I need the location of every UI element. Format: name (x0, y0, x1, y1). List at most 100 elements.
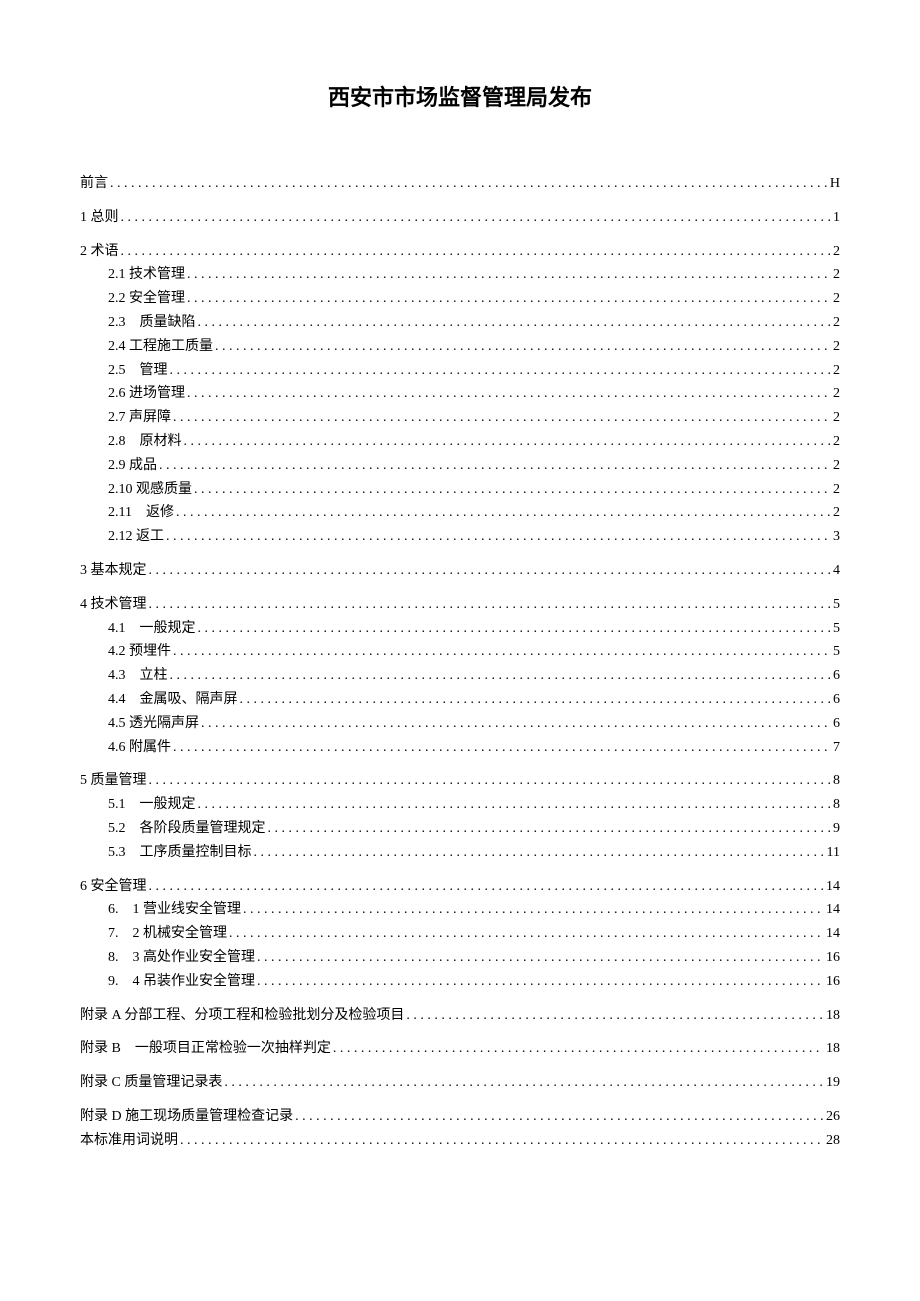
toc-leader-dots (406, 1004, 824, 1028)
toc-label: 2.5 管理 (108, 359, 168, 383)
toc-leader-dots (194, 478, 831, 502)
toc-leader-dots (149, 769, 832, 793)
toc-label: 3 基本规定 (80, 559, 147, 583)
toc-entry: 4.5 透光隔声屏 6 (80, 712, 840, 736)
page-title: 西安市市场监督管理局发布 (80, 80, 840, 112)
toc-entry: 2.7 声屏障2 (80, 406, 840, 430)
toc-leader-dots (187, 263, 831, 287)
toc-leader-dots (173, 406, 831, 430)
toc-leader-dots (295, 1105, 824, 1129)
toc-entry: 4.2 预埋件 5 (80, 640, 840, 664)
toc-label: 4.4 金属吸、隔声屏 (108, 688, 238, 712)
toc-label: 2.12 返工 (108, 525, 164, 549)
toc-leader-dots (184, 430, 832, 454)
toc-label: 2.6 进场管理 (108, 382, 185, 406)
toc-entry: 前言H (80, 172, 840, 196)
toc-label: 2.7 声屏障 (108, 406, 171, 430)
toc-leader-dots (176, 501, 831, 525)
toc-leader-dots (333, 1037, 824, 1061)
toc-page-number: 11 (827, 841, 840, 865)
toc-entry: 2.6 进场管理2 (80, 382, 840, 406)
toc-entry: 5.1 一般规定8 (80, 793, 840, 817)
toc-label: 附录 B 一般项目正常检验一次抽样判定 (80, 1037, 331, 1061)
toc-leader-dots (159, 454, 831, 478)
toc-label: 4.5 透光隔声屏 (108, 712, 199, 736)
toc-leader-dots (198, 311, 832, 335)
toc-page-number: 5 (833, 640, 840, 664)
toc-entry: 本标准用词说明28 (80, 1129, 840, 1153)
toc-entry: 2.10 观感质量2 (80, 478, 840, 502)
toc-label: 2.2 安全管理 (108, 287, 185, 311)
toc-label: 4.3 立柱 (108, 664, 168, 688)
toc-page-number: 6 (833, 688, 840, 712)
toc-entry: 2.9 成品2 (80, 454, 840, 478)
toc-leader-dots (254, 841, 825, 865)
toc-leader-dots (257, 970, 824, 994)
toc-page-number: 18 (826, 1037, 840, 1061)
toc-leader-dots (149, 559, 832, 583)
toc-page-number: 6 (833, 712, 840, 736)
toc-label: 4 技术管理 (80, 593, 147, 617)
toc-entry: 2.4 工程施工质量2 (80, 335, 840, 359)
toc-entry: 4.3 立柱 6 (80, 664, 840, 688)
toc-leader-dots (170, 359, 832, 383)
toc-leader-dots (110, 172, 828, 196)
toc-entry: 9. 4 吊装作业安全管理 16 (80, 970, 840, 994)
toc-entry: 7. 2 机械安全管理14 (80, 922, 840, 946)
toc-leader-dots (187, 287, 831, 311)
toc-entry: 6. 1 营业线安全管理14 (80, 898, 840, 922)
toc-label: 4.1 一般规定 (108, 617, 196, 641)
toc-entry: 5.2 各阶段质量管理规定9 (80, 817, 840, 841)
toc-page-number: 2 (833, 359, 840, 383)
toc-leader-dots (240, 688, 832, 712)
toc-leader-dots (121, 206, 832, 230)
toc-label: 5.3 工序质量控制目标 (108, 841, 252, 865)
toc-label: 5 质量管理 (80, 769, 147, 793)
toc-label: 1 总则 (80, 206, 119, 230)
toc-entry: 2.11 返修2 (80, 501, 840, 525)
toc-page-number: 2 (833, 501, 840, 525)
toc-page-number: 19 (826, 1071, 840, 1095)
toc-entry: 6 安全管理 14 (80, 875, 840, 899)
toc-entry: 1 总则1 (80, 206, 840, 230)
toc-entry: 4.1 一般规定5 (80, 617, 840, 641)
toc-page-number: 14 (826, 875, 840, 899)
toc-leader-dots (180, 1129, 824, 1153)
toc-label: 附录 A 分部工程、分项工程和检验批划分及检验项目 (80, 1004, 404, 1028)
toc-label: 4.6 附属件 (108, 736, 171, 760)
toc-leader-dots (198, 793, 832, 817)
toc-page-number: 16 (826, 970, 840, 994)
toc-label: 附录 C 质量管理记录表 (80, 1071, 222, 1095)
toc-leader-dots (121, 240, 832, 264)
toc-leader-dots (149, 593, 832, 617)
toc-page-number: 2 (833, 311, 840, 335)
toc-label: 5.2 各阶段质量管理规定 (108, 817, 266, 841)
toc-leader-dots (170, 664, 832, 688)
toc-label: 前言 (80, 172, 108, 196)
toc-entry: 2.2 安全管理2 (80, 287, 840, 311)
toc-label: 本标准用词说明 (80, 1129, 178, 1153)
toc-page-number: 6 (833, 664, 840, 688)
toc-page-number: 26 (826, 1105, 840, 1129)
toc-entry: 附录 A 分部工程、分项工程和检验批划分及检验项目18 (80, 1004, 840, 1028)
toc-leader-dots (201, 712, 831, 736)
toc-label: 4.2 预埋件 (108, 640, 171, 664)
toc-entry: 5.3 工序质量控制目标 11 (80, 841, 840, 865)
toc-leader-dots (198, 617, 832, 641)
toc-label: 6 安全管理 (80, 875, 147, 899)
toc-entry: 2.3 质量缺陷2 (80, 311, 840, 335)
toc-label: 9. 4 吊装作业安全管理 (108, 970, 255, 994)
toc-label: 8. 3 高处作业安全管理 (108, 946, 255, 970)
toc-page-number: 8 (833, 793, 840, 817)
toc-leader-dots (149, 875, 825, 899)
toc-entry: 附录 C 质量管理记录表 19 (80, 1071, 840, 1095)
toc-page-number: 5 (833, 593, 840, 617)
toc-label: 2 术语 (80, 240, 119, 264)
toc-page-number: 4 (833, 559, 840, 583)
toc-page-number: 2 (833, 430, 840, 454)
toc-page-number: 3 (833, 525, 840, 549)
toc-page-number: 2 (833, 454, 840, 478)
toc-leader-dots (229, 922, 824, 946)
toc-entry: 2.8 原材料2 (80, 430, 840, 454)
toc-page-number: 2 (833, 478, 840, 502)
